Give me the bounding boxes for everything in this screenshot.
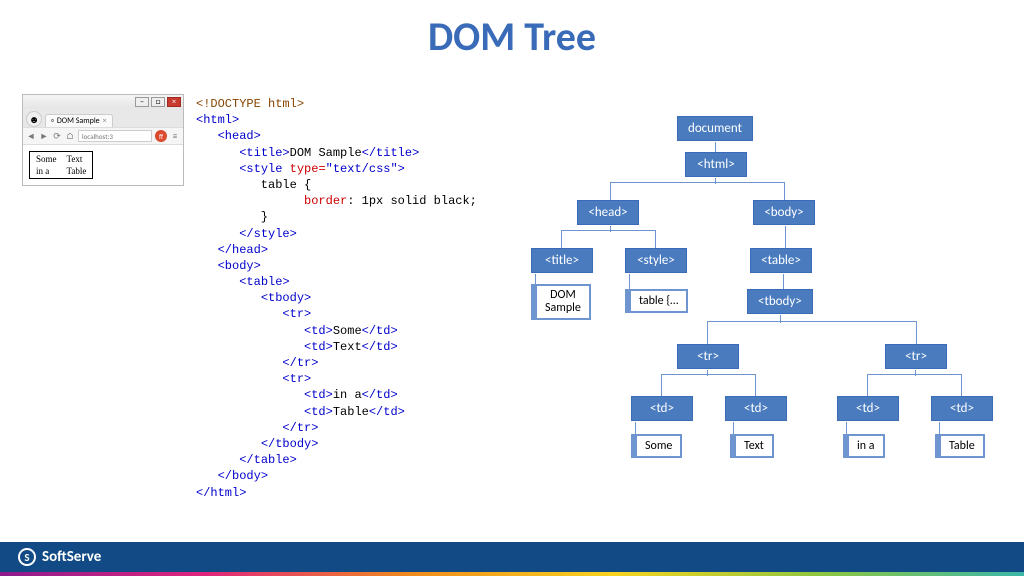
code-token: <style — [239, 162, 282, 176]
code-token: </td> — [369, 405, 405, 419]
code-token: <td> — [304, 324, 333, 338]
menu-icon: ≡ — [170, 131, 180, 142]
browser-toolbar: ◄ ► ⟳ ⌂ localhost:3 ff ≡ — [23, 127, 183, 145]
back-icon: ◄ — [26, 131, 36, 142]
code-token: </tr> — [282, 421, 318, 435]
code-token: <title> — [239, 146, 289, 160]
code-token: <tr> — [282, 307, 311, 321]
tree-node-td: <td> — [837, 396, 899, 421]
code-token: DOM Sample — [290, 146, 362, 160]
code-token: <tbody> — [261, 291, 311, 305]
home-icon: ⌂ — [65, 131, 75, 142]
code-token: <td> — [304, 388, 333, 402]
tree-node-table: <table> — [750, 248, 812, 273]
tree-leaf-title-text: DOM Sample — [531, 284, 591, 320]
rendered-cell: Some — [32, 154, 61, 164]
footer-bar: S SoftServe — [0, 542, 1024, 572]
footer: S SoftServe — [0, 542, 1024, 576]
window-minimize-icon: – — [135, 97, 149, 107]
code-token: <html> — [196, 113, 239, 127]
code-token: table { — [196, 178, 311, 192]
code-token: border — [304, 194, 347, 208]
rendered-table: Some Text in a Table — [29, 151, 93, 179]
browser-mockup: – □ × ☻ ▫ DOM Sample × ◄ ► ⟳ ⌂ localhost… — [22, 94, 184, 186]
tree-node-html: <html> — [685, 152, 747, 177]
tree-node-head: <head> — [577, 200, 639, 225]
brand-logo-icon: S — [18, 548, 36, 566]
code-token: <!DOCTYPE html> — [196, 97, 304, 111]
code-block: <!DOCTYPE html> <html> <head> <title>DOM… — [196, 96, 477, 501]
code-token: <table> — [239, 275, 289, 289]
code-token: </tbody> — [261, 437, 319, 451]
code-token: </body> — [218, 469, 268, 483]
code-token: "text/css" — [326, 162, 398, 176]
code-token: Some — [333, 324, 362, 338]
tree-leaf-some: Some — [631, 434, 682, 458]
footer-stripe — [0, 572, 1024, 576]
tree-node-style: <style> — [625, 248, 687, 273]
rendered-cell: Table — [63, 166, 91, 176]
code-token: <td> — [304, 405, 333, 419]
tab-close-icon: × — [103, 116, 107, 126]
code-token: </td> — [362, 340, 398, 354]
forward-icon: ► — [39, 131, 49, 142]
browser-titlebar: – □ × — [23, 95, 183, 109]
code-token: </td> — [362, 324, 398, 338]
rendered-cell: Text — [63, 154, 91, 164]
browser-logo-icon: ff — [155, 130, 167, 142]
code-token: </head> — [218, 243, 268, 257]
code-token: </tr> — [282, 356, 318, 370]
code-token: <body> — [218, 259, 261, 273]
browser-tabs: ☻ ▫ DOM Sample × — [23, 109, 183, 127]
code-token: <td> — [304, 340, 333, 354]
tree-node-tbody: <tbody> — [747, 289, 813, 314]
code-token: </style> — [239, 227, 297, 241]
tree-leaf-text: Text — [730, 434, 774, 458]
tree-node-body: <body> — [753, 200, 815, 225]
window-maximize-icon: □ — [151, 97, 165, 107]
code-token: </title> — [362, 146, 420, 160]
tree-node-tr: <tr> — [677, 344, 739, 369]
code-token: </td> — [362, 388, 398, 402]
code-token: type= — [282, 162, 325, 176]
tree-leaf-table: Table — [935, 434, 985, 458]
tree-leaf-ina: in a — [843, 434, 885, 458]
code-token: in a — [333, 388, 362, 402]
tree-node-td: <td> — [631, 396, 693, 421]
reload-icon: ⟳ — [52, 131, 62, 142]
browser-tab: ▫ DOM Sample × — [45, 114, 113, 127]
tree-node-td: <td> — [931, 396, 993, 421]
window-close-icon: × — [167, 97, 181, 107]
rendered-cell: in a — [32, 166, 61, 176]
tree-node-tr: <tr> — [885, 344, 947, 369]
code-token: Table — [333, 405, 369, 419]
code-token: : 1px solid black; — [347, 194, 477, 208]
tree-leaf-style-text: table {… — [625, 289, 688, 313]
tab-favicon-icon: ▫ — [51, 116, 54, 126]
code-token: Text — [333, 340, 362, 354]
code-token: </table> — [239, 453, 297, 467]
code-token: > — [398, 162, 405, 176]
tab-label: DOM Sample — [57, 116, 100, 126]
tree-node-document: document — [677, 116, 753, 141]
browser-content: Some Text in a Table — [23, 145, 183, 185]
browser-avatar-icon: ☻ — [26, 111, 42, 127]
url-box: localhost:3 — [78, 130, 152, 142]
code-token: </html> — [196, 486, 246, 500]
code-token: <tr> — [282, 372, 311, 386]
tree-node-title: <title> — [531, 248, 593, 273]
tree-node-td: <td> — [725, 396, 787, 421]
page-title: DOM Tree — [0, 0, 1024, 61]
code-token: } — [196, 210, 268, 224]
brand-name: SoftServe — [42, 548, 101, 566]
code-token: <head> — [218, 129, 261, 143]
